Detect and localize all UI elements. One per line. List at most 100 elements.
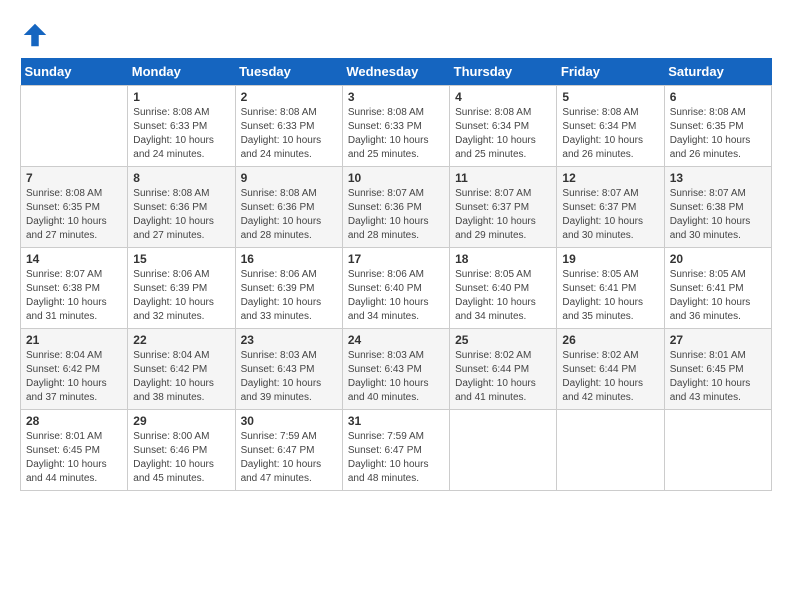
day-cell: 31 Sunrise: 7:59 AMSunset: 6:47 PMDayligh… <box>342 410 449 491</box>
week-row-3: 14Sunrise: 8:07 AMSunset: 6:38 PMDayligh… <box>21 248 772 329</box>
day-info: Sunrise: 7:59 AMSunset: 6:47 PMDaylight:… <box>348 430 444 486</box>
day-number: 20 <box>670 252 766 266</box>
day-info: Sunrise: 8:01 AMSunset: 6:45 PMDaylight:… <box>26 430 122 486</box>
day-info: Sunrise: 8:01 AMSunset: 6:45 PMDaylight:… <box>670 349 766 405</box>
day-number: 6 <box>670 90 766 104</box>
day-number: 15 <box>133 252 229 266</box>
day-info: Sunrise: 8:04 AMSunset: 6:42 PMDaylight:… <box>133 349 229 405</box>
day-info: Sunrise: 8:08 AMSunset: 6:33 PMDaylight:… <box>348 106 444 162</box>
day-number: 29 <box>133 414 229 428</box>
day-number: 16 <box>241 252 337 266</box>
day-info: Sunrise: 8:07 AMSunset: 6:38 PMDaylight:… <box>670 187 766 243</box>
calendar-header-row: SundayMondayTuesdayWednesdayThursdayFrid… <box>21 58 772 86</box>
week-row-2: 7 Sunrise: 8:08 AMSunset: 6:35 PMDaylight… <box>21 167 772 248</box>
day-cell: 5 Sunrise: 8:08 AMSunset: 6:34 PMDaylight… <box>557 86 664 167</box>
day-number: 17 <box>348 252 444 266</box>
logo-icon <box>20 20 50 50</box>
day-number: 21 <box>26 333 122 347</box>
day-cell: 11 Sunrise: 8:07 AMSunset: 6:37 PMDayligh… <box>450 167 557 248</box>
day-number: 23 <box>241 333 337 347</box>
week-row-1: 1 Sunrise: 8:08 AMSunset: 6:33 PMDaylight… <box>21 86 772 167</box>
day-info: Sunrise: 8:08 AMSunset: 6:36 PMDaylight:… <box>241 187 337 243</box>
calendar-table: SundayMondayTuesdayWednesdayThursdayFrid… <box>20 58 772 491</box>
day-number: 10 <box>348 171 444 185</box>
day-number: 7 <box>26 171 122 185</box>
day-number: 30 <box>241 414 337 428</box>
day-info: Sunrise: 8:00 AMSunset: 6:46 PMDaylight:… <box>133 430 229 486</box>
day-cell: 3 Sunrise: 8:08 AMSunset: 6:33 PMDaylight… <box>342 86 449 167</box>
day-number: 3 <box>348 90 444 104</box>
day-info: Sunrise: 8:03 AMSunset: 6:43 PMDaylight:… <box>348 349 444 405</box>
day-number: 26 <box>562 333 658 347</box>
day-info: Sunrise: 7:59 AMSunset: 6:47 PMDaylight:… <box>241 430 337 486</box>
day-number: 4 <box>455 90 551 104</box>
day-info: Sunrise: 8:05 AMSunset: 6:41 PMDaylight:… <box>562 268 658 324</box>
day-cell: 7 Sunrise: 8:08 AMSunset: 6:35 PMDaylight… <box>21 167 128 248</box>
day-info: Sunrise: 8:07 AMSunset: 6:36 PMDaylight:… <box>348 187 444 243</box>
day-number: 22 <box>133 333 229 347</box>
day-number: 27 <box>670 333 766 347</box>
day-number: 9 <box>241 171 337 185</box>
day-cell: 16 Sunrise: 8:06 AMSunset: 6:39 PMDayligh… <box>235 248 342 329</box>
day-cell: 8 Sunrise: 8:08 AMSunset: 6:36 PMDaylight… <box>128 167 235 248</box>
day-number: 13 <box>670 171 766 185</box>
day-info: Sunrise: 8:08 AMSunset: 6:33 PMDaylight:… <box>241 106 337 162</box>
day-cell <box>664 410 771 491</box>
day-cell: 30 Sunrise: 7:59 AMSunset: 6:47 PMDayligh… <box>235 410 342 491</box>
day-number: 2 <box>241 90 337 104</box>
header-tuesday: Tuesday <box>235 58 342 86</box>
day-cell: 12 Sunrise: 8:07 AMSunset: 6:37 PMDayligh… <box>557 167 664 248</box>
day-info: Sunrise: 8:06 AMSunset: 6:39 PMDaylight:… <box>133 268 229 324</box>
day-number: 18 <box>455 252 551 266</box>
day-number: 31 <box>348 414 444 428</box>
day-info: Sunrise: 8:08 AMSunset: 6:36 PMDaylight:… <box>133 187 229 243</box>
day-number: 25 <box>455 333 551 347</box>
header-monday: Monday <box>128 58 235 86</box>
day-number: 28 <box>26 414 122 428</box>
day-cell: 15 Sunrise: 8:06 AMSunset: 6:39 PMDayligh… <box>128 248 235 329</box>
day-info: Sunrise: 8:04 AMSunset: 6:42 PMDaylight:… <box>26 349 122 405</box>
day-info: Sunrise: 8:08 AMSunset: 6:35 PMDaylight:… <box>26 187 122 243</box>
day-number: 5 <box>562 90 658 104</box>
day-info: Sunrise: 8:03 AMSunset: 6:43 PMDaylight:… <box>241 349 337 405</box>
day-cell: 26Sunrise: 8:02 AMSunset: 6:44 PMDayligh… <box>557 329 664 410</box>
header-saturday: Saturday <box>664 58 771 86</box>
day-info: Sunrise: 8:08 AMSunset: 6:34 PMDaylight:… <box>562 106 658 162</box>
day-number: 24 <box>348 333 444 347</box>
header-thursday: Thursday <box>450 58 557 86</box>
day-cell: 21 Sunrise: 8:04 AMSunset: 6:42 PMDayligh… <box>21 329 128 410</box>
day-cell: 20 Sunrise: 8:05 AMSunset: 6:41 PMDayligh… <box>664 248 771 329</box>
day-info: Sunrise: 8:08 AMSunset: 6:33 PMDaylight:… <box>133 106 229 162</box>
day-info: Sunrise: 8:08 AMSunset: 6:35 PMDaylight:… <box>670 106 766 162</box>
day-cell <box>557 410 664 491</box>
day-number: 14 <box>26 252 122 266</box>
day-cell: 17Sunrise: 8:06 AMSunset: 6:40 PMDayligh… <box>342 248 449 329</box>
day-cell: 19 Sunrise: 8:05 AMSunset: 6:41 PMDayligh… <box>557 248 664 329</box>
day-info: Sunrise: 8:07 AMSunset: 6:37 PMDaylight:… <box>562 187 658 243</box>
day-number: 1 <box>133 90 229 104</box>
day-cell: 4Sunrise: 8:08 AMSunset: 6:34 PMDaylight… <box>450 86 557 167</box>
day-cell: 14Sunrise: 8:07 AMSunset: 6:38 PMDayligh… <box>21 248 128 329</box>
day-cell: 27 Sunrise: 8:01 AMSunset: 6:45 PMDayligh… <box>664 329 771 410</box>
day-number: 19 <box>562 252 658 266</box>
header-sunday: Sunday <box>21 58 128 86</box>
header-friday: Friday <box>557 58 664 86</box>
day-cell <box>450 410 557 491</box>
day-info: Sunrise: 8:02 AMSunset: 6:44 PMDaylight:… <box>455 349 551 405</box>
day-cell: 6 Sunrise: 8:08 AMSunset: 6:35 PMDaylight… <box>664 86 771 167</box>
header-wednesday: Wednesday <box>342 58 449 86</box>
day-number: 11 <box>455 171 551 185</box>
day-cell <box>21 86 128 167</box>
day-info: Sunrise: 8:07 AMSunset: 6:37 PMDaylight:… <box>455 187 551 243</box>
day-cell: 28 Sunrise: 8:01 AMSunset: 6:45 PMDayligh… <box>21 410 128 491</box>
day-cell: 24 Sunrise: 8:03 AMSunset: 6:43 PMDayligh… <box>342 329 449 410</box>
day-info: Sunrise: 8:06 AMSunset: 6:39 PMDaylight:… <box>241 268 337 324</box>
day-info: Sunrise: 8:05 AMSunset: 6:41 PMDaylight:… <box>670 268 766 324</box>
day-number: 8 <box>133 171 229 185</box>
day-cell: 23 Sunrise: 8:03 AMSunset: 6:43 PMDayligh… <box>235 329 342 410</box>
day-number: 12 <box>562 171 658 185</box>
day-cell: 1 Sunrise: 8:08 AMSunset: 6:33 PMDaylight… <box>128 86 235 167</box>
day-cell: 2 Sunrise: 8:08 AMSunset: 6:33 PMDaylight… <box>235 86 342 167</box>
day-info: Sunrise: 8:05 AMSunset: 6:40 PMDaylight:… <box>455 268 551 324</box>
week-row-5: 28 Sunrise: 8:01 AMSunset: 6:45 PMDayligh… <box>21 410 772 491</box>
